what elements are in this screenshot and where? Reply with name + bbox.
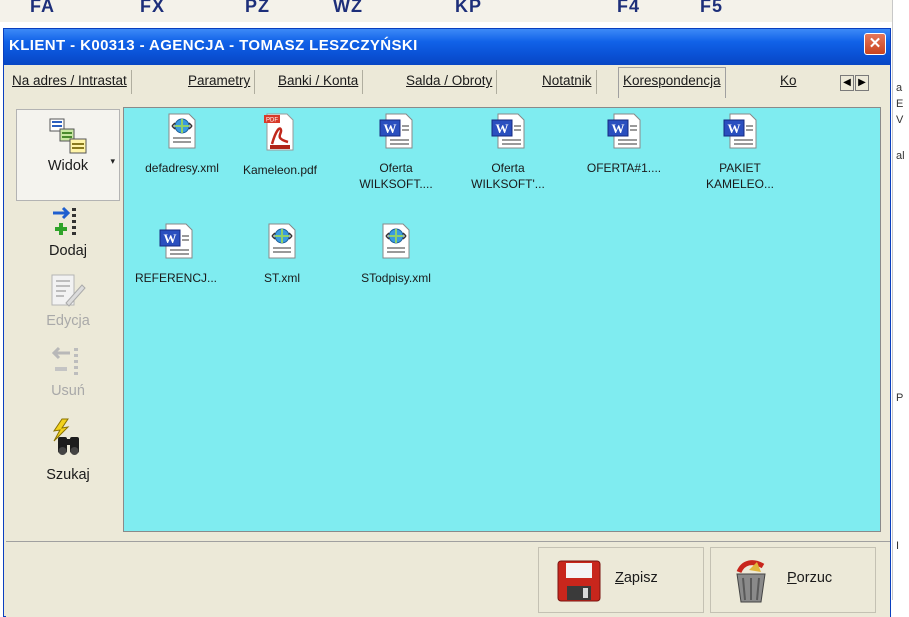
xml-file-icon xyxy=(168,113,196,149)
file-item[interactable]: W Oferta WILKSOFT.... xyxy=(348,112,444,192)
close-icon: ✕ xyxy=(868,35,882,52)
add-icon xyxy=(53,206,76,235)
word-document-icon: W xyxy=(491,113,525,149)
file-list[interactable]: defadresy.xml PDF Kameleon.pdf W Oferta … xyxy=(123,107,881,532)
cancel-label: Porzuc xyxy=(787,570,833,586)
bg-toolbar-label: WZ xyxy=(333,0,363,16)
tab-strip: Na adres / Intrastat Parametry Banki / K… xyxy=(6,65,890,100)
tab-korespondencja[interactable]: Korespondencja xyxy=(618,67,726,98)
save-label: Zapisz xyxy=(615,570,658,586)
bg-mark: V xyxy=(896,114,904,126)
side-toolbar: Widok ▾ Dodaj Edycja Usuń Szukaj xyxy=(16,105,120,531)
file-item[interactable]: STodpisy.xml xyxy=(348,222,444,286)
edit-button[interactable]: Edycja xyxy=(16,271,120,329)
edit-label: Edycja xyxy=(46,313,90,329)
file-name: OFERTA#1.... xyxy=(586,161,662,175)
tab-ko[interactable]: Ko xyxy=(776,70,801,94)
bg-toolbar-label: F5 xyxy=(700,0,724,16)
svg-text:W: W xyxy=(384,121,397,136)
save-button[interactable]: Zapisz xyxy=(538,547,704,613)
file-name: Oferta WILKSOFT.... xyxy=(359,161,433,191)
arrow-right-icon: ▶ xyxy=(858,77,866,88)
file-item[interactable]: W OFERTA#1.... xyxy=(576,112,672,176)
bg-toolbar-label: KP xyxy=(455,0,483,16)
delete-icon xyxy=(51,346,78,375)
tab-parametry[interactable]: Parametry xyxy=(184,70,256,94)
file-item[interactable]: W REFERENCJ... xyxy=(128,222,224,286)
word-document-icon: W xyxy=(607,113,641,149)
background-right-panel: a E V al P I xyxy=(892,0,909,617)
search-button[interactable]: Szukaj xyxy=(16,417,120,483)
chevron-down-icon: ▾ xyxy=(110,156,115,166)
file-item[interactable]: ST.xml xyxy=(234,222,330,286)
word-document-icon: W xyxy=(723,113,757,149)
file-name: Oferta WILKSOFT'... xyxy=(471,161,545,191)
add-button[interactable]: Dodaj xyxy=(16,205,120,259)
file-name: Kameleon.pdf xyxy=(242,163,318,177)
cancel-button[interactable]: Porzuc xyxy=(710,547,876,613)
file-item[interactable]: W PAKIET KAMELEO... xyxy=(692,112,788,192)
xml-file-icon xyxy=(382,223,410,259)
binoculars-icon xyxy=(52,418,79,455)
bg-toolbar-label: PZ xyxy=(245,0,271,16)
floppy-disk-icon xyxy=(557,560,601,602)
svg-text:W: W xyxy=(728,121,741,136)
view-icon xyxy=(49,118,87,154)
add-label: Dodaj xyxy=(49,243,87,259)
dialog-footer: Zapisz Porzuc xyxy=(6,541,890,617)
search-label: Szukaj xyxy=(46,467,90,483)
xml-file-icon xyxy=(268,223,296,259)
bg-mark: E xyxy=(896,98,904,110)
title-bar[interactable]: KLIENT - K00313 - AGENCJA - TOMASZ LESZC… xyxy=(4,29,890,65)
dialog-title: KLIENT - K00313 - AGENCJA - TOMASZ LESZC… xyxy=(9,37,418,54)
file-item[interactable]: W Oferta WILKSOFT'... xyxy=(460,112,556,192)
file-item[interactable]: PDF Kameleon.pdf xyxy=(232,112,328,178)
close-button[interactable]: ✕ xyxy=(864,33,886,55)
bg-mark: a xyxy=(896,82,903,94)
file-name: PAKIET KAMELEO... xyxy=(705,161,775,191)
svg-text:PDF: PDF xyxy=(266,118,278,124)
word-document-icon: W xyxy=(159,223,193,259)
korespondencja-page: Widok ▾ Dodaj Edycja Usuń Szukaj defadre… xyxy=(6,99,890,539)
svg-text:W: W xyxy=(164,231,177,246)
tab-banki-konta[interactable]: Banki / Konta xyxy=(274,70,364,94)
delete-label: Usuń xyxy=(51,383,85,399)
word-document-icon: W xyxy=(379,113,413,149)
tab-na-adres[interactable]: Na adres / Intrastat xyxy=(8,70,132,94)
svg-text:W: W xyxy=(496,121,509,136)
bg-toolbar-label: FX xyxy=(140,0,166,16)
trash-bin-icon xyxy=(736,560,766,603)
bg-mark: al xyxy=(896,150,905,162)
edit-icon xyxy=(51,274,86,307)
bg-toolbar-label: FA xyxy=(30,0,56,16)
file-name: defadresy.xml xyxy=(145,161,219,175)
tab-salda-obroty[interactable]: Salda / Obroty xyxy=(402,70,498,94)
file-name: ST.xml xyxy=(264,271,300,285)
file-item[interactable]: defadresy.xml xyxy=(134,112,230,176)
tab-scroll-right-button[interactable]: ▶ xyxy=(855,75,869,91)
delete-button[interactable]: Usuń xyxy=(16,345,120,399)
arrow-left-icon: ◀ xyxy=(843,77,851,88)
pdf-file-icon: PDF xyxy=(264,113,294,151)
view-button[interactable]: Widok ▾ xyxy=(16,109,120,201)
client-dialog: KLIENT - K00313 - AGENCJA - TOMASZ LESZC… xyxy=(3,28,891,617)
bg-toolbar-label: F4 xyxy=(617,0,641,16)
tab-notatnik[interactable]: Notatnik xyxy=(538,70,597,94)
tab-scroll-left-button[interactable]: ◀ xyxy=(840,75,854,91)
view-label: Widok xyxy=(47,158,89,174)
svg-text:W: W xyxy=(612,121,625,136)
background-toolbar: FA FX PZ WZ KP F4 F5 xyxy=(0,0,909,22)
bg-mark: P xyxy=(896,392,904,404)
file-name: REFERENCJ... xyxy=(134,271,217,285)
bg-mark: I xyxy=(896,540,900,552)
file-name: STodpisy.xml xyxy=(361,271,431,285)
